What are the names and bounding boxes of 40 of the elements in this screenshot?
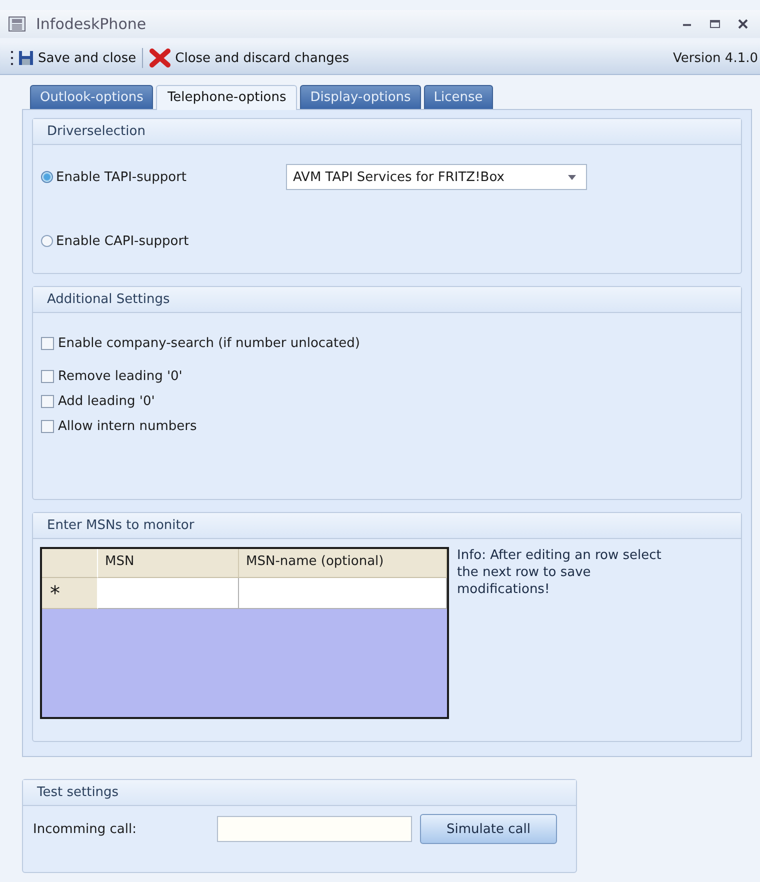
table-cell[interactable] [239,578,447,609]
dropdown-arrow-icon [568,174,576,180]
checkbox-label: Add leading '0' [58,394,155,409]
radio-label: Enable TAPI-support [56,170,187,184]
tab[interactable]: Telephone-options [156,85,298,110]
checkbox-label: Allow intern numbers [58,419,197,434]
tab[interactable]: License [424,85,493,109]
incoming-call-field[interactable] [217,816,412,842]
radio-circle[interactable] [41,235,53,247]
x-mark-icon [149,48,172,68]
checkbox-label: Enable company-search (if number unlocated) [58,336,360,351]
group-title: Additional Settings [33,287,741,313]
dropdown-value: AVM TAPI Services for FRITZ!Box [293,170,504,184]
checkbox[interactable] [41,420,54,433]
radio-button[interactable]: Enable TAPI-support [41,170,286,184]
save-button[interactable]: Save and close [14,48,140,68]
simulate-call-button[interactable]: Simulate call [420,814,557,844]
new-row-marker: * [42,578,98,609]
table-cell[interactable] [98,578,239,609]
info-text: Info: After editing an row select the next row to save modifications! [457,547,662,599]
close-icon [737,18,749,30]
tab[interactable]: Outlook-options [30,85,154,109]
radio-circle[interactable] [41,171,53,183]
group-title: Test settings [23,780,576,806]
group-title: Enter MSNs to monitor [33,513,741,539]
version-label: Version 4.1.0 [672,50,758,66]
checkbox[interactable] [41,370,54,383]
window-title: InfodeskPhone [36,15,146,33]
checkbox[interactable] [41,395,54,408]
field-label: Incomming call: [33,822,138,836]
grip-icon [10,49,14,67]
radio-button[interactable]: Enable CAPI-support [41,234,286,248]
checkbox[interactable] [41,337,54,350]
maximize-icon [709,18,721,30]
group-title: Driverselection [33,119,741,145]
checkbox-label: Remove leading '0' [58,369,182,384]
tab[interactable]: Display-options [300,85,421,109]
radio-label: Enable CAPI-support [56,234,189,248]
driver-dropdown[interactable]: AVM TAPI Services for FRITZ!Box [286,164,587,190]
discard-button[interactable]: Close and discard changes [145,46,354,70]
